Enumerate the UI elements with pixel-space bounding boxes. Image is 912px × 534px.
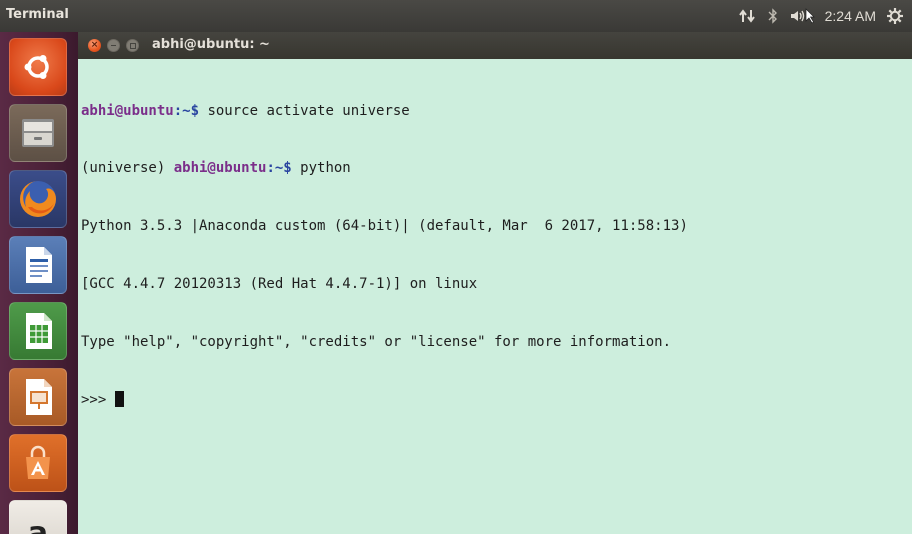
ubuntu-dash-icon[interactable]: [9, 38, 67, 96]
libreoffice-impress-icon[interactable]: [9, 368, 67, 426]
window-titlebar[interactable]: × abhi@ubuntu: ~: [78, 32, 912, 59]
prompt-user: abhi@ubuntu: [81, 102, 174, 119]
prompt-path: :~$: [173, 102, 200, 119]
maximize-button[interactable]: [126, 39, 139, 52]
window-title: abhi@ubuntu: ~: [152, 37, 270, 52]
minimize-button[interactable]: [107, 39, 120, 52]
prompt-user: abhi@ubuntu: [173, 160, 267, 177]
prompt-path: :~$: [266, 160, 292, 177]
indicator-area: 2:24 AM: [738, 0, 904, 32]
software-center-icon[interactable]: [9, 434, 67, 492]
close-icon: ×: [90, 40, 99, 50]
files-icon[interactable]: [9, 104, 67, 162]
python-version-line: Python 3.5.3 |Anaconda custom (64-bit)| …: [81, 218, 688, 235]
command-text: source activate universe: [199, 102, 410, 119]
settings-gear-icon[interactable]: [886, 7, 904, 25]
close-button[interactable]: ×: [88, 39, 101, 52]
env-name: (universe): [81, 160, 174, 177]
text-cursor: [114, 391, 124, 408]
libreoffice-calc-icon[interactable]: [9, 302, 67, 360]
libreoffice-writer-icon[interactable]: [9, 236, 67, 294]
active-app-title: Terminal: [6, 7, 69, 22]
volume-icon[interactable]: [789, 8, 815, 24]
firefox-icon[interactable]: [9, 170, 67, 228]
clock[interactable]: 2:24 AM: [825, 8, 876, 24]
python-prompt: >>>: [81, 392, 115, 409]
amazon-icon[interactable]: a: [9, 500, 67, 534]
bluetooth-icon[interactable]: [767, 8, 779, 24]
python-prompt-line: >>>: [81, 391, 912, 410]
help-info-line: Type "help", "copyright", "credits" or "…: [81, 334, 672, 351]
network-icon[interactable]: [738, 8, 757, 24]
terminal-output[interactable]: abhi@ubuntu:~$ source activate universe …: [78, 59, 912, 534]
top-panel: Terminal 2:24 AM: [0, 0, 912, 32]
svg-text:a: a: [28, 516, 48, 534]
command-text: python: [291, 160, 351, 177]
terminal-window: × abhi@ubuntu: ~ abhi@ubuntu:~$ source a…: [78, 32, 912, 534]
launcher: a: [0, 32, 79, 534]
terminal-line: abhi@ubuntu:~$ source activate universe: [81, 102, 912, 121]
gcc-info-line: [GCC 4.4.7 20120313 (Red Hat 4.4.7-1)] o…: [81, 276, 478, 293]
terminal-line: (universe) abhi@ubuntu:~$ python: [81, 159, 912, 178]
